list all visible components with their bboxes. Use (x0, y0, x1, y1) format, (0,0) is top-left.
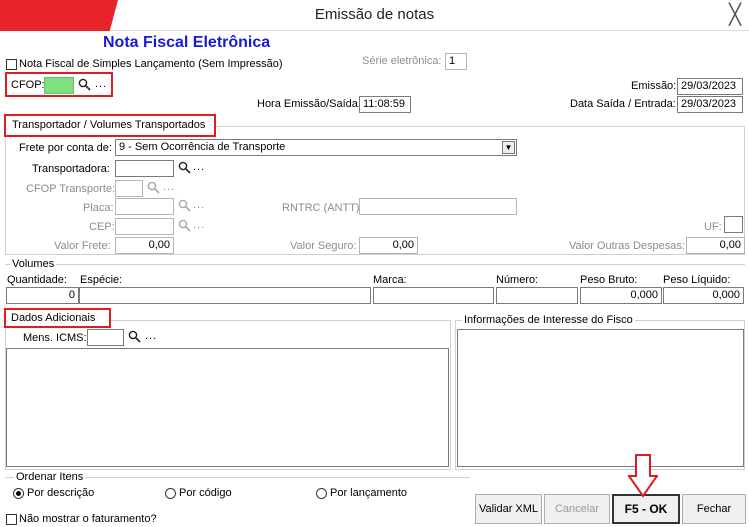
frete-select[interactable]: 9 - Sem Ocorrência de Transporte (115, 139, 517, 156)
radio-por-lancamento[interactable] (316, 488, 327, 499)
cep-search-icon[interactable] (178, 219, 191, 232)
adicionais-memo[interactable] (6, 348, 449, 467)
frete-label: Frete por conta de: (19, 142, 112, 154)
serie-field[interactable]: 1 (445, 53, 467, 70)
cfop-label: CFOP: (11, 79, 45, 91)
valor-seguro-field[interactable]: 0,00 (359, 237, 418, 254)
cep-more-icon[interactable]: ... (193, 219, 205, 231)
fechar-button[interactable]: Fechar (682, 494, 746, 524)
rntrc-label: RNTRC (ANTT): (282, 202, 363, 214)
radio-label-lancamento: Por lançamento (330, 487, 408, 499)
uf-label: UF: (704, 221, 722, 233)
transportadora-more-icon[interactable]: ... (193, 161, 205, 173)
placa-search-icon[interactable] (178, 199, 191, 212)
valor-seguro-label: Valor Seguro: (290, 240, 357, 252)
numero-field[interactable] (496, 287, 578, 304)
hora-field[interactable]: 11:08:59 (359, 96, 411, 113)
valor-frete-field[interactable]: 0,00 (115, 237, 174, 254)
cfop-transporte-more-icon[interactable]: ... (163, 181, 175, 193)
peso-bruto-field[interactable]: 0,000 (580, 287, 662, 304)
data-saida-field[interactable]: 29/03/2023 (677, 96, 743, 113)
simples-checkbox[interactable] (6, 59, 17, 70)
form-heading: Nota Fiscal Eletrônica (103, 34, 271, 51)
radio-label-codigo: Por código (179, 487, 232, 499)
ok-button[interactable]: F5 - OK (612, 494, 680, 524)
peso-liquido-field[interactable]: 0,000 (663, 287, 744, 304)
outras-despesas-label: Valor Outras Despesas: (569, 240, 685, 252)
simples-label: Nota Fiscal de Simples Lançamento (Sem I… (19, 58, 283, 70)
mens-icms-search-icon[interactable] (128, 330, 141, 343)
adicionais-title: Dados Adicionais (11, 312, 96, 324)
transportadora-search-icon[interactable] (178, 161, 191, 174)
outras-despesas-field[interactable]: 0,00 (686, 237, 745, 254)
emissao-label: Emissão: (631, 80, 677, 92)
placa-label: Placa: (83, 202, 114, 214)
quantidade-label: Quantidade: (7, 274, 67, 286)
radio-label-descricao: Por descrição (27, 487, 95, 499)
placa-input[interactable] (115, 198, 174, 215)
placa-more-icon[interactable]: ... (193, 199, 205, 211)
cfop-input[interactable] (44, 77, 74, 94)
data-saida-label: Data Saída / Entrada: (570, 98, 676, 110)
transport-group-title: Transportador / Volumes Transportados (12, 119, 206, 131)
quantidade-field[interactable]: 0 (6, 287, 79, 304)
marca-label: Marca: (373, 274, 407, 286)
cep-input[interactable] (115, 218, 174, 235)
numero-label: Número: (496, 274, 539, 286)
mens-icms-input[interactable] (87, 329, 124, 346)
window-title: Emissão de notas (314, 6, 435, 23)
radio-por-codigo[interactable] (165, 488, 176, 499)
cfop-transporte-search-icon[interactable] (147, 181, 160, 194)
nao-mostrar-label: Não mostrar o faturamento? (19, 513, 157, 525)
marca-field[interactable] (373, 287, 494, 304)
fisco-memo[interactable] (457, 329, 744, 467)
transportadora-input[interactable] (115, 160, 174, 177)
transportadora-label: Transportadora: (32, 163, 110, 175)
mens-icms-more-icon[interactable]: ... (145, 330, 157, 342)
cfop-more-icon[interactable]: ... (95, 78, 107, 90)
validar-xml-button[interactable]: Validar XML (475, 494, 542, 524)
volumes-title: Volumes (10, 258, 57, 270)
red-arrow-down-icon (628, 454, 658, 498)
peso-bruto-label: Peso Bruto: (580, 274, 638, 286)
serie-label: Série eletrônica: (362, 55, 442, 67)
hora-label: Hora Emissão/Saída: (257, 98, 361, 110)
cfop-transporte-input[interactable] (115, 180, 143, 197)
fisco-title: Informações de Interesse do Fisco (462, 314, 635, 326)
valor-frete-label: Valor Frete: (54, 240, 111, 252)
especie-label: Espécie: (80, 274, 123, 286)
cfop-search-icon[interactable] (78, 78, 91, 91)
uf-input[interactable] (724, 216, 743, 233)
emissao-field[interactable]: 29/03/2023 (677, 78, 743, 95)
cancelar-button[interactable]: Cancelar (544, 494, 610, 524)
cfop-transporte-label: CFOP Transporte: (26, 183, 116, 195)
close-icon[interactable]: ╳ (723, 2, 747, 28)
nao-mostrar-checkbox[interactable] (6, 514, 17, 525)
peso-liquido-label: Peso Líquido: (663, 274, 731, 286)
radio-por-descricao[interactable] (13, 488, 24, 499)
especie-field[interactable] (79, 287, 371, 304)
ordenar-title: Ordenar Itens (14, 471, 86, 483)
rntrc-input[interactable] (359, 198, 517, 215)
dropdown-arrow-icon[interactable]: ▼ (502, 141, 515, 154)
cep-label: CEP: (89, 221, 115, 233)
mens-icms-label: Mens. ICMS: (23, 332, 87, 344)
